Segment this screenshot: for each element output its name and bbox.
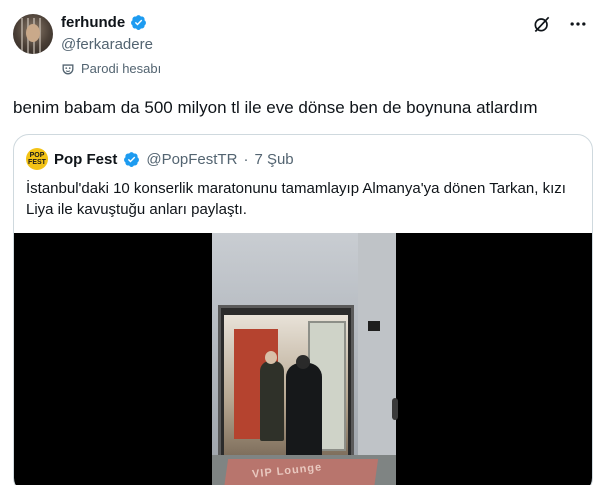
mask-icon: [61, 62, 75, 76]
grok-icon[interactable]: [532, 14, 552, 34]
video-edge-object: [392, 398, 398, 420]
quoted-video[interactable]: VIP Lounge: [14, 233, 592, 485]
author-name-row: ferhunde: [61, 14, 147, 31]
person-hugging-head: [296, 355, 310, 369]
quoted-tweet-text: İstanbul'daki 10 konserlik maratonunu ta…: [26, 180, 566, 218]
wall: [358, 233, 396, 485]
quoted-tweet-header: POP FEST Pop Fest @PopFestTR · 7 Şub: [26, 148, 294, 170]
wall-lamp: [368, 321, 380, 331]
person-left: [260, 361, 284, 441]
parody-text: Parodi hesabı: [81, 61, 162, 76]
avatar[interactable]: [13, 14, 53, 54]
top-actions: [532, 14, 588, 34]
author-handle[interactable]: @ferkaradere: [61, 36, 153, 53]
more-icon[interactable]: [568, 14, 588, 34]
person-hugging: [286, 363, 322, 461]
verified-badge-icon: [123, 151, 140, 168]
parody-label: Parodi hesabı: [61, 61, 161, 76]
display-name[interactable]: ferhunde: [61, 14, 125, 31]
verified-badge-icon: [130, 14, 147, 31]
tweet-text: benim babam da 500 milyon tl ile eve dön…: [13, 98, 538, 117]
quoted-avatar[interactable]: POP FEST: [26, 148, 48, 170]
quoted-date[interactable]: 7 Şub: [254, 151, 293, 168]
quoted-display-name[interactable]: Pop Fest: [54, 151, 117, 168]
person-left-head: [265, 351, 277, 364]
quoted-tweet-card[interactable]: POP FEST Pop Fest @PopFestTR · 7 Şub İst…: [13, 134, 593, 485]
separator-dot: ·: [243, 150, 249, 168]
quoted-handle[interactable]: @PopFestTR: [146, 151, 237, 168]
video-frame[interactable]: VIP Lounge: [212, 233, 396, 485]
